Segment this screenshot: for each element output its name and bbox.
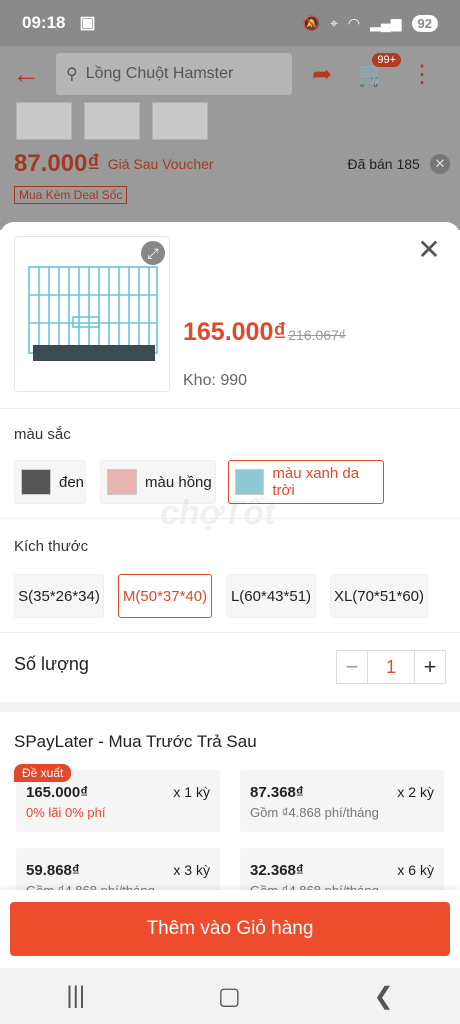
status-icons: 🔕 ⌖ ◠ ▂▄▆ 92: [302, 14, 438, 32]
plan-amount: 32.368₫: [250, 862, 304, 879]
spaylater-title: SPayLater - Mua Trước Trả Sau: [14, 732, 257, 751]
thumbnail-black[interactable]: [16, 102, 72, 140]
wifi-icon: ◠: [347, 14, 361, 31]
plan-amount: 165.000₫: [26, 784, 88, 801]
back-icon[interactable]: ❮: [373, 982, 393, 1011]
share-icon[interactable]: ➦: [302, 60, 342, 89]
clock: 09:18: [22, 13, 66, 32]
color-option-label: màu hồng: [145, 473, 212, 491]
footer: Thêm vào Giỏ hàng: [0, 890, 460, 968]
swatch-pink: [107, 469, 137, 495]
location-icon: ⌖: [329, 14, 338, 31]
plan-amount: 87.368₫: [250, 784, 304, 801]
plan-term: x 6 kỳ: [397, 862, 434, 878]
increase-button[interactable]: +: [415, 651, 445, 683]
swatch-sky-blue: [235, 469, 265, 495]
color-option-black[interactable]: đen: [14, 460, 86, 504]
screenshot-icon: ▣: [79, 13, 96, 32]
back-arrow-icon[interactable]: ←: [12, 58, 46, 90]
mute-icon: 🔕: [302, 14, 320, 31]
section-gap: [0, 702, 460, 712]
plan-2-terms[interactable]: 87.368₫ x 2 kỳ Gồm ₫4.868 phí/tháng: [240, 770, 444, 832]
divider: [0, 632, 460, 633]
recents-icon[interactable]: |||: [66, 982, 85, 1010]
size-option-m[interactable]: M(50*37*40): [118, 574, 212, 618]
sale-price: 165.000₫: [183, 318, 287, 346]
size-option-l[interactable]: L(60*43*51): [226, 574, 316, 618]
plan-term: x 3 kỳ: [173, 862, 210, 878]
plan-note: 0% lãi 0% phí: [26, 805, 106, 820]
status-bar: 09:18 ▣ 🔕 ⌖ ◠ ▂▄▆ 92: [0, 0, 460, 46]
sold-count: Đã bán 185: [347, 156, 420, 172]
voucher-label: Giá Sau Voucher: [107, 156, 214, 172]
divider: [0, 408, 460, 409]
variant-thumbnails: [0, 102, 460, 142]
cart-icon[interactable]: 🛒 99+: [352, 51, 402, 89]
plan-amount: 59.868₫: [26, 862, 80, 879]
plan-term: x 2 kỳ: [397, 784, 434, 800]
color-label: màu sắc: [14, 426, 71, 443]
stock-count: Kho: 990: [183, 372, 248, 389]
plan-term: x 1 kỳ: [173, 784, 210, 800]
size-option-s[interactable]: S(35*26*34): [14, 574, 104, 618]
thumbnail-blue[interactable]: [152, 102, 208, 140]
search-icon: ⚲: [66, 66, 78, 83]
swatch-black: [21, 469, 51, 495]
system-nav-bar: ||| ▢ ❮: [0, 968, 460, 1024]
close-icon[interactable]: ✕: [430, 154, 450, 174]
thumbnail-pink[interactable]: [84, 102, 140, 140]
product-page-dimmed: ← ⚲ Lồng Chuột Hamster ➦ 🛒 99+ ⋮ 87.000₫…: [0, 46, 460, 230]
sheet-close-icon[interactable]: ✕: [414, 236, 444, 266]
watermark: chợTốt: [160, 494, 276, 532]
divider: [0, 518, 460, 519]
price-row: 87.000₫ Giá Sau Voucher Đã bán 185 ♡: [0, 142, 460, 178]
product-image[interactable]: ⤢: [14, 236, 170, 392]
decrease-button[interactable]: −: [337, 651, 367, 683]
top-bar: ← ⚲ Lồng Chuột Hamster ➦ 🛒 99+ ⋮: [0, 46, 460, 102]
quantity-stepper: − 1 +: [336, 650, 446, 684]
search-box[interactable]: ⚲ Lồng Chuột Hamster: [56, 53, 292, 95]
price-block: 165.000₫ 216.067₫: [183, 318, 346, 347]
more-icon[interactable]: ⋮: [402, 60, 442, 89]
battery-indicator: 92: [411, 14, 438, 32]
signal-icon: ▂▄▆: [370, 14, 402, 31]
color-option-label: đen: [59, 473, 85, 491]
search-placeholder: Lồng Chuột Hamster: [85, 65, 234, 82]
variant-sheet: ✕ ⤢ 165.000₫ 216.067₫ Kho: 990 màu sắc đe…: [0, 222, 460, 968]
quantity-value[interactable]: 1: [367, 651, 415, 683]
cart-badge: 99+: [371, 51, 402, 68]
original-price: 216.067₫: [288, 327, 346, 343]
suggest-badge: Đề xuất: [14, 764, 72, 782]
voucher-price: 87.000₫: [14, 150, 100, 177]
size-label: Kích thước: [14, 538, 89, 555]
quantity-label: Số lượng: [14, 654, 89, 674]
home-icon[interactable]: ▢: [218, 982, 241, 1011]
plan-note: Gồm ₫4.868 phí/tháng: [250, 805, 379, 820]
add-to-cart-button[interactable]: Thêm vào Giỏ hàng: [10, 902, 450, 956]
size-option-xl[interactable]: XL(70*51*60): [330, 574, 428, 618]
color-option-label: màu xanh da trời: [272, 465, 360, 499]
expand-icon[interactable]: ⤢: [141, 241, 165, 265]
deal-badge[interactable]: Mua Kèm Deal Sốc: [14, 186, 128, 204]
